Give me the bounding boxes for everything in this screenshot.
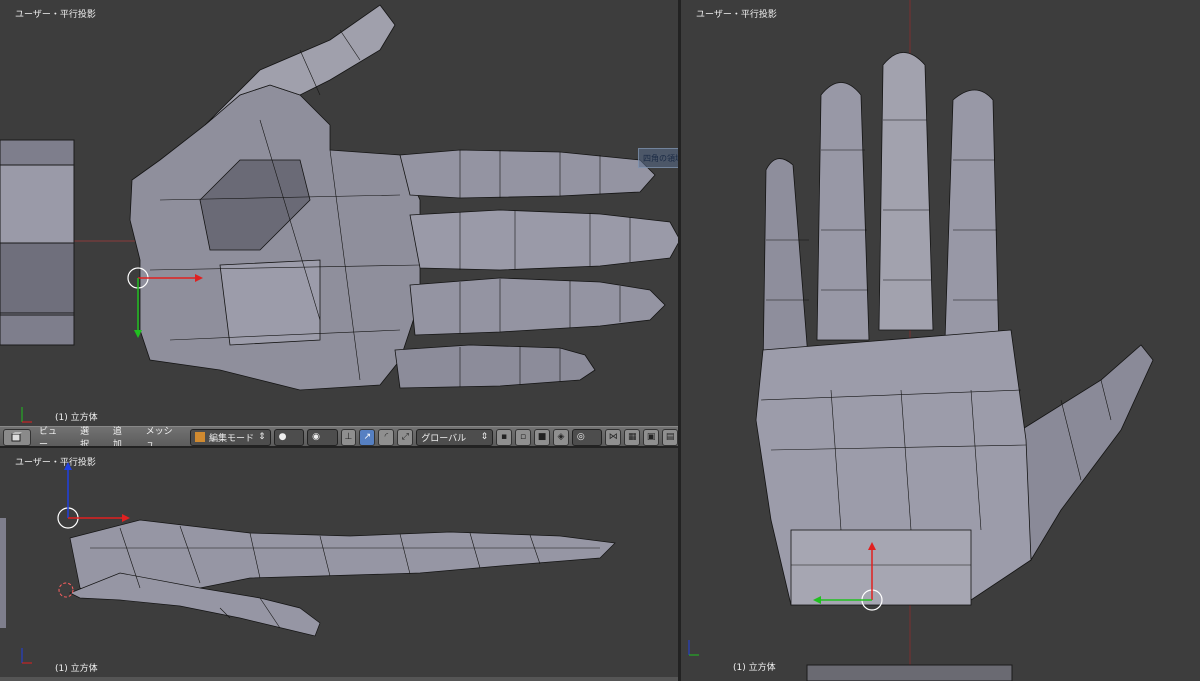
viewport-right[interactable]: ユーザー・平行投影 (1) 立方体 [681,0,1200,681]
axis-gizmo-side [21,648,32,664]
render-anim-button[interactable]: ▤ [662,428,679,446]
render-icon: ▣ [646,432,656,442]
snap-button[interactable]: ⋈ [605,428,622,446]
viewport-title: ユーザー・平行投影 [696,10,777,20]
pivot-dropdown[interactable]: ◉ [307,428,338,446]
occlude-icon: ◈ [557,432,565,442]
chevron-icon: ⇕ [480,432,489,442]
render-anim-icon: ▤ [665,432,675,442]
proportional-icon: ◎ [576,432,585,442]
viewport-bottom-left[interactable]: ユーザー・平行投影 (1) 立方体 [0,448,678,681]
snap-target-button[interactable]: ▦ [624,428,641,446]
manipulator-toggle[interactable]: ⊥ [340,428,357,446]
mode-dropdown[interactable]: 編集モード ⇕ [190,428,271,446]
edit-mode-icon [195,432,206,442]
vertex-select-button[interactable]: ▪ [496,428,513,446]
area-splitter-horizontal[interactable] [0,446,678,448]
translate-icon: ↗ [363,432,372,442]
orientation-dropdown[interactable]: グローバル ⇕ [416,428,494,446]
snap-target-icon: ▦ [627,432,637,442]
object-label: (1) 立方体 [733,663,776,673]
tooltip: 四角の領域切り取り(K) [638,148,678,168]
render-button[interactable]: ▣ [643,428,660,446]
viewport-top-left[interactable]: ユーザー・平行投影 (1) 立方体 四角の領域切り取り(K) [0,0,678,426]
editor-type-button[interactable] [3,428,32,446]
edge-icon: ▫ [519,432,527,442]
shading-dropdown[interactable]: ● [273,428,305,446]
viewport-header: ビュー 選択 追加 メッシュ 編集モード ⇕ ● ◉ ⊥ ↗ ◜ ⤢ グローバル… [0,426,679,450]
hand-mesh-front [688,0,1154,681]
axis-gizmo-front [688,640,699,656]
hand-mesh-side [0,462,616,664]
scale-icon: ⤢ [401,432,409,442]
edge-select-button[interactable]: ▫ [515,428,531,446]
manipulator-icon: ⊥ [344,432,353,442]
proportional-dropdown[interactable]: ◎ [571,428,603,446]
axis-gizmo-top [21,407,32,423]
area-splitter-vertical[interactable] [678,0,681,681]
object-label: (1) 立方体 [55,664,98,674]
cube-icon [11,432,22,442]
occlude-button[interactable]: ◈ [552,428,569,446]
vertex-icon: ▪ [501,432,508,442]
rotate-icon: ◜ [384,432,389,442]
sphere-icon: ● [278,432,287,442]
viewport-title: ユーザー・平行投影 [15,10,96,20]
object-label: (1) 立方体 [55,413,98,423]
hand-mesh-top [0,4,678,423]
snap-icon: ⋈ [608,432,618,442]
scale-button[interactable]: ⤢ [397,428,414,446]
chevron-icon: ⇕ [258,432,266,442]
cube-object [0,139,75,346]
viewport-title: ユーザー・平行投影 [15,458,96,468]
translate-button[interactable]: ↗ [359,428,376,446]
face-select-button[interactable]: ■ [534,428,550,446]
face-icon: ■ [537,432,547,442]
pivot-icon: ◉ [312,432,320,442]
rotate-button[interactable]: ◜ [378,428,395,446]
bottom-strip [0,677,678,681]
